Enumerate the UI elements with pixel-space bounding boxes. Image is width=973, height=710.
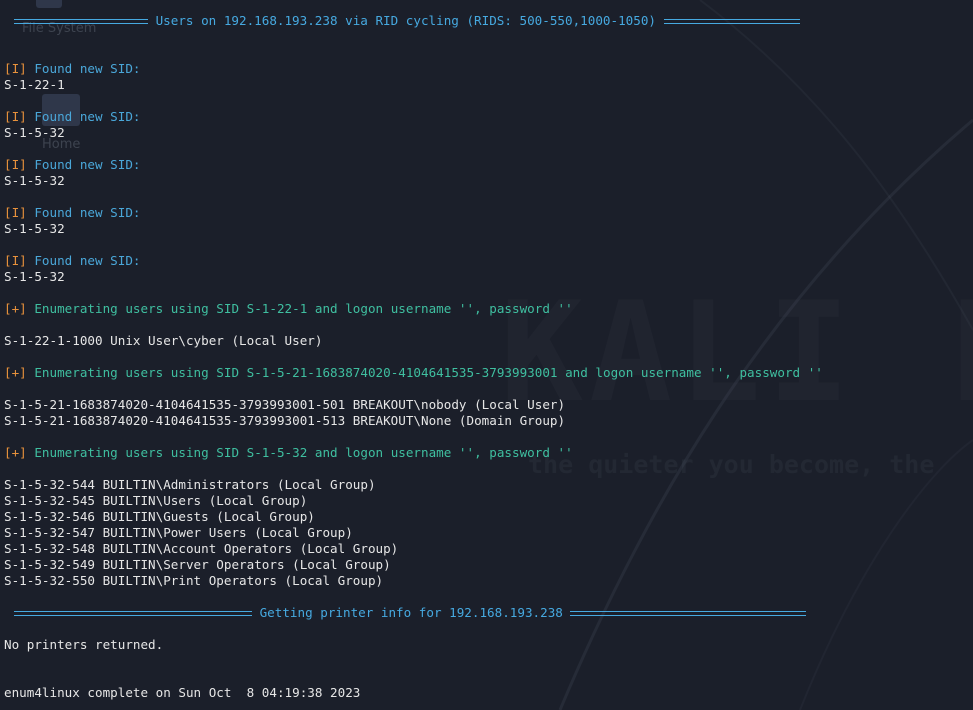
enum-result-row: S-1-5-32-545 BUILTIN\Users (Local Group) [4, 493, 308, 508]
enum-result-row: S-1-5-32-548 BUILTIN\Account Operators (… [4, 541, 399, 556]
printer-result: No printers returned. [4, 637, 164, 652]
banner-rule-left [14, 18, 148, 24]
plus-tag: [+] [4, 301, 27, 316]
enum-result-row: S-1-5-32-550 BUILTIN\Print Operators (Lo… [4, 573, 384, 588]
sid-value: S-1-5-32 [4, 221, 65, 236]
enum-result-row: S-1-22-1-1000 Unix User\cyber (Local Use… [4, 333, 323, 348]
printer-info-banner: Getting printer info for 192.168.193.238 [14, 605, 807, 621]
sid-found-message: Found new SID: [26, 253, 141, 268]
banner-title: Getting printer info for 192.168.193.238 [252, 605, 571, 620]
info-tag: [I] [4, 253, 27, 268]
info-tag: [I] [4, 205, 27, 220]
enum-result-row: S-1-5-21-1683874020-4104641535-379399300… [4, 397, 566, 412]
sid-value: S-1-5-32 [4, 173, 65, 188]
sid-found-line: [I] Found new SID: [4, 109, 140, 125]
sid-found-message: Found new SID: [26, 205, 141, 220]
sid-found-line: [I] Found new SID: [4, 157, 140, 173]
sid-found-message: Found new SID: [26, 157, 141, 172]
sid-value: S-1-5-32 [4, 269, 65, 284]
banner-rule-right [570, 610, 807, 616]
sid-value: S-1-5-32 [4, 125, 65, 140]
enumeration-line: [+] Enumerating users using SID S-1-22-1… [4, 301, 573, 317]
banner-rule-right [663, 18, 800, 24]
sid-found-line: [I] Found new SID: [4, 61, 140, 77]
sid-found-line: [I] Found new SID: [4, 205, 140, 221]
info-tag: [I] [4, 109, 27, 124]
banner-title: Users on 192.168.193.238 via RID cycling… [148, 13, 664, 28]
enumeration-message: Enumerating users using SID S-1-5-21-168… [26, 365, 823, 380]
info-tag: [I] [4, 157, 27, 172]
banner-rule-left [14, 610, 252, 616]
enum-result-row: S-1-5-32-547 BUILTIN\Power Users (Local … [4, 525, 353, 540]
plus-tag: [+] [4, 445, 27, 460]
enum-result-row: S-1-5-21-1683874020-4104641535-379399300… [4, 413, 566, 428]
enum-result-row: S-1-5-32-549 BUILTIN\Server Operators (L… [4, 557, 391, 572]
sid-found-message: Found new SID: [26, 61, 141, 76]
info-tag: [I] [4, 61, 27, 76]
enumeration-line: [+] Enumerating users using SID S-1-5-21… [4, 365, 823, 381]
enumeration-line: [+] Enumerating users using SID S-1-5-32… [4, 445, 573, 461]
completion-message: enum4linux complete on Sun Oct 8 04:19:3… [4, 685, 361, 700]
sid-value: S-1-22-1 [4, 77, 65, 92]
plus-tag: [+] [4, 365, 27, 380]
sid-found-line: [I] Found new SID: [4, 253, 140, 269]
enum-result-row: S-1-5-32-546 BUILTIN\Guests (Local Group… [4, 509, 315, 524]
enumeration-message: Enumerating users using SID S-1-5-32 and… [26, 445, 573, 460]
terminal-output[interactable]: Users on 192.168.193.238 via RID cycling… [0, 0, 973, 710]
sid-found-message: Found new SID: [26, 109, 141, 124]
rid-cycling-banner: Users on 192.168.193.238 via RID cycling… [14, 13, 800, 29]
enum-result-row: S-1-5-32-544 BUILTIN\Administrators (Loc… [4, 477, 376, 492]
enumeration-message: Enumerating users using SID S-1-22-1 and… [26, 301, 573, 316]
